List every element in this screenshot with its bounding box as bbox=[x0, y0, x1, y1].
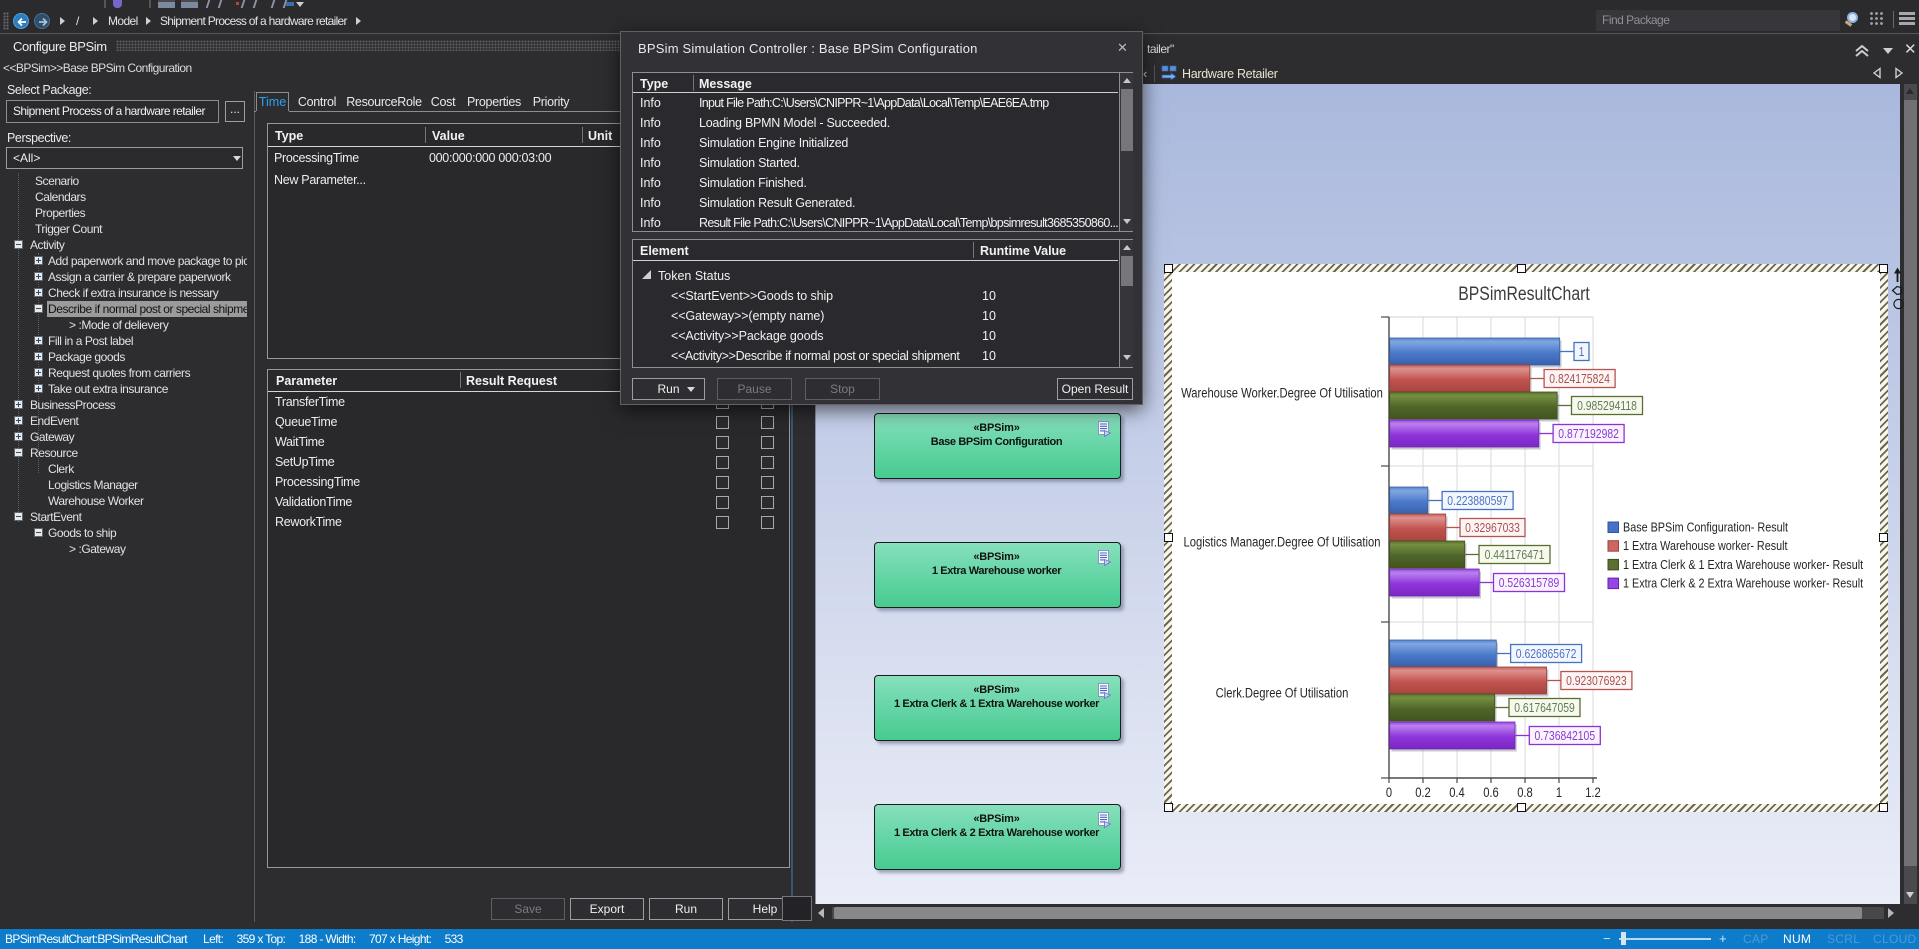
svg-text:0.223880597: 0.223880597 bbox=[1447, 494, 1508, 508]
svg-text:0.923076923: 0.923076923 bbox=[1566, 674, 1627, 688]
svg-text:Base BPSim Configuration- Resu: Base BPSim Configuration- Result bbox=[1623, 520, 1788, 535]
svg-text:1.2: 1.2 bbox=[1585, 785, 1601, 800]
svg-text:0.2: 0.2 bbox=[1415, 785, 1431, 800]
svg-text:0.32967033: 0.32967033 bbox=[1465, 521, 1520, 535]
svg-text:Logistics Manager.Degree Of Ut: Logistics Manager.Degree Of Utilisation bbox=[1184, 535, 1381, 550]
svg-text:Clerk.Degree Of Utilisation: Clerk.Degree Of Utilisation bbox=[1216, 686, 1349, 701]
svg-text:0.4: 0.4 bbox=[1449, 785, 1465, 800]
svg-text:1 Extra Clerk & 2 Extra Wareho: 1 Extra Clerk & 2 Extra Warehouse worker… bbox=[1623, 576, 1863, 591]
svg-text:0.6: 0.6 bbox=[1483, 785, 1499, 800]
svg-text:0.8: 0.8 bbox=[1517, 785, 1533, 800]
svg-text:BPSimResultChart: BPSimResultChart bbox=[1458, 284, 1590, 305]
svg-text:0.736842105: 0.736842105 bbox=[1535, 729, 1596, 743]
svg-text:0.526315789: 0.526315789 bbox=[1499, 576, 1560, 590]
svg-text:0.824175824: 0.824175824 bbox=[1549, 372, 1610, 386]
svg-text:0.441176471: 0.441176471 bbox=[1485, 548, 1545, 562]
svg-text:0: 0 bbox=[1386, 785, 1392, 800]
svg-text:1: 1 bbox=[1556, 785, 1562, 800]
svg-text:Warehouse Worker.Degree Of Uti: Warehouse Worker.Degree Of Utilisation bbox=[1181, 386, 1383, 401]
svg-text:0.877192982: 0.877192982 bbox=[1558, 427, 1619, 441]
svg-text:0.617647059: 0.617647059 bbox=[1514, 701, 1575, 715]
svg-text:1: 1 bbox=[1579, 345, 1585, 359]
svg-text:0.985294118: 0.985294118 bbox=[1577, 399, 1637, 413]
svg-text:1 Extra Clerk & 1 Extra Wareho: 1 Extra Clerk & 1 Extra Warehouse worker… bbox=[1623, 557, 1863, 572]
svg-text:1 Extra Warehouse worker- Resu: 1 Extra Warehouse worker- Result bbox=[1623, 538, 1788, 553]
svg-text:0.626865672: 0.626865672 bbox=[1516, 647, 1577, 661]
